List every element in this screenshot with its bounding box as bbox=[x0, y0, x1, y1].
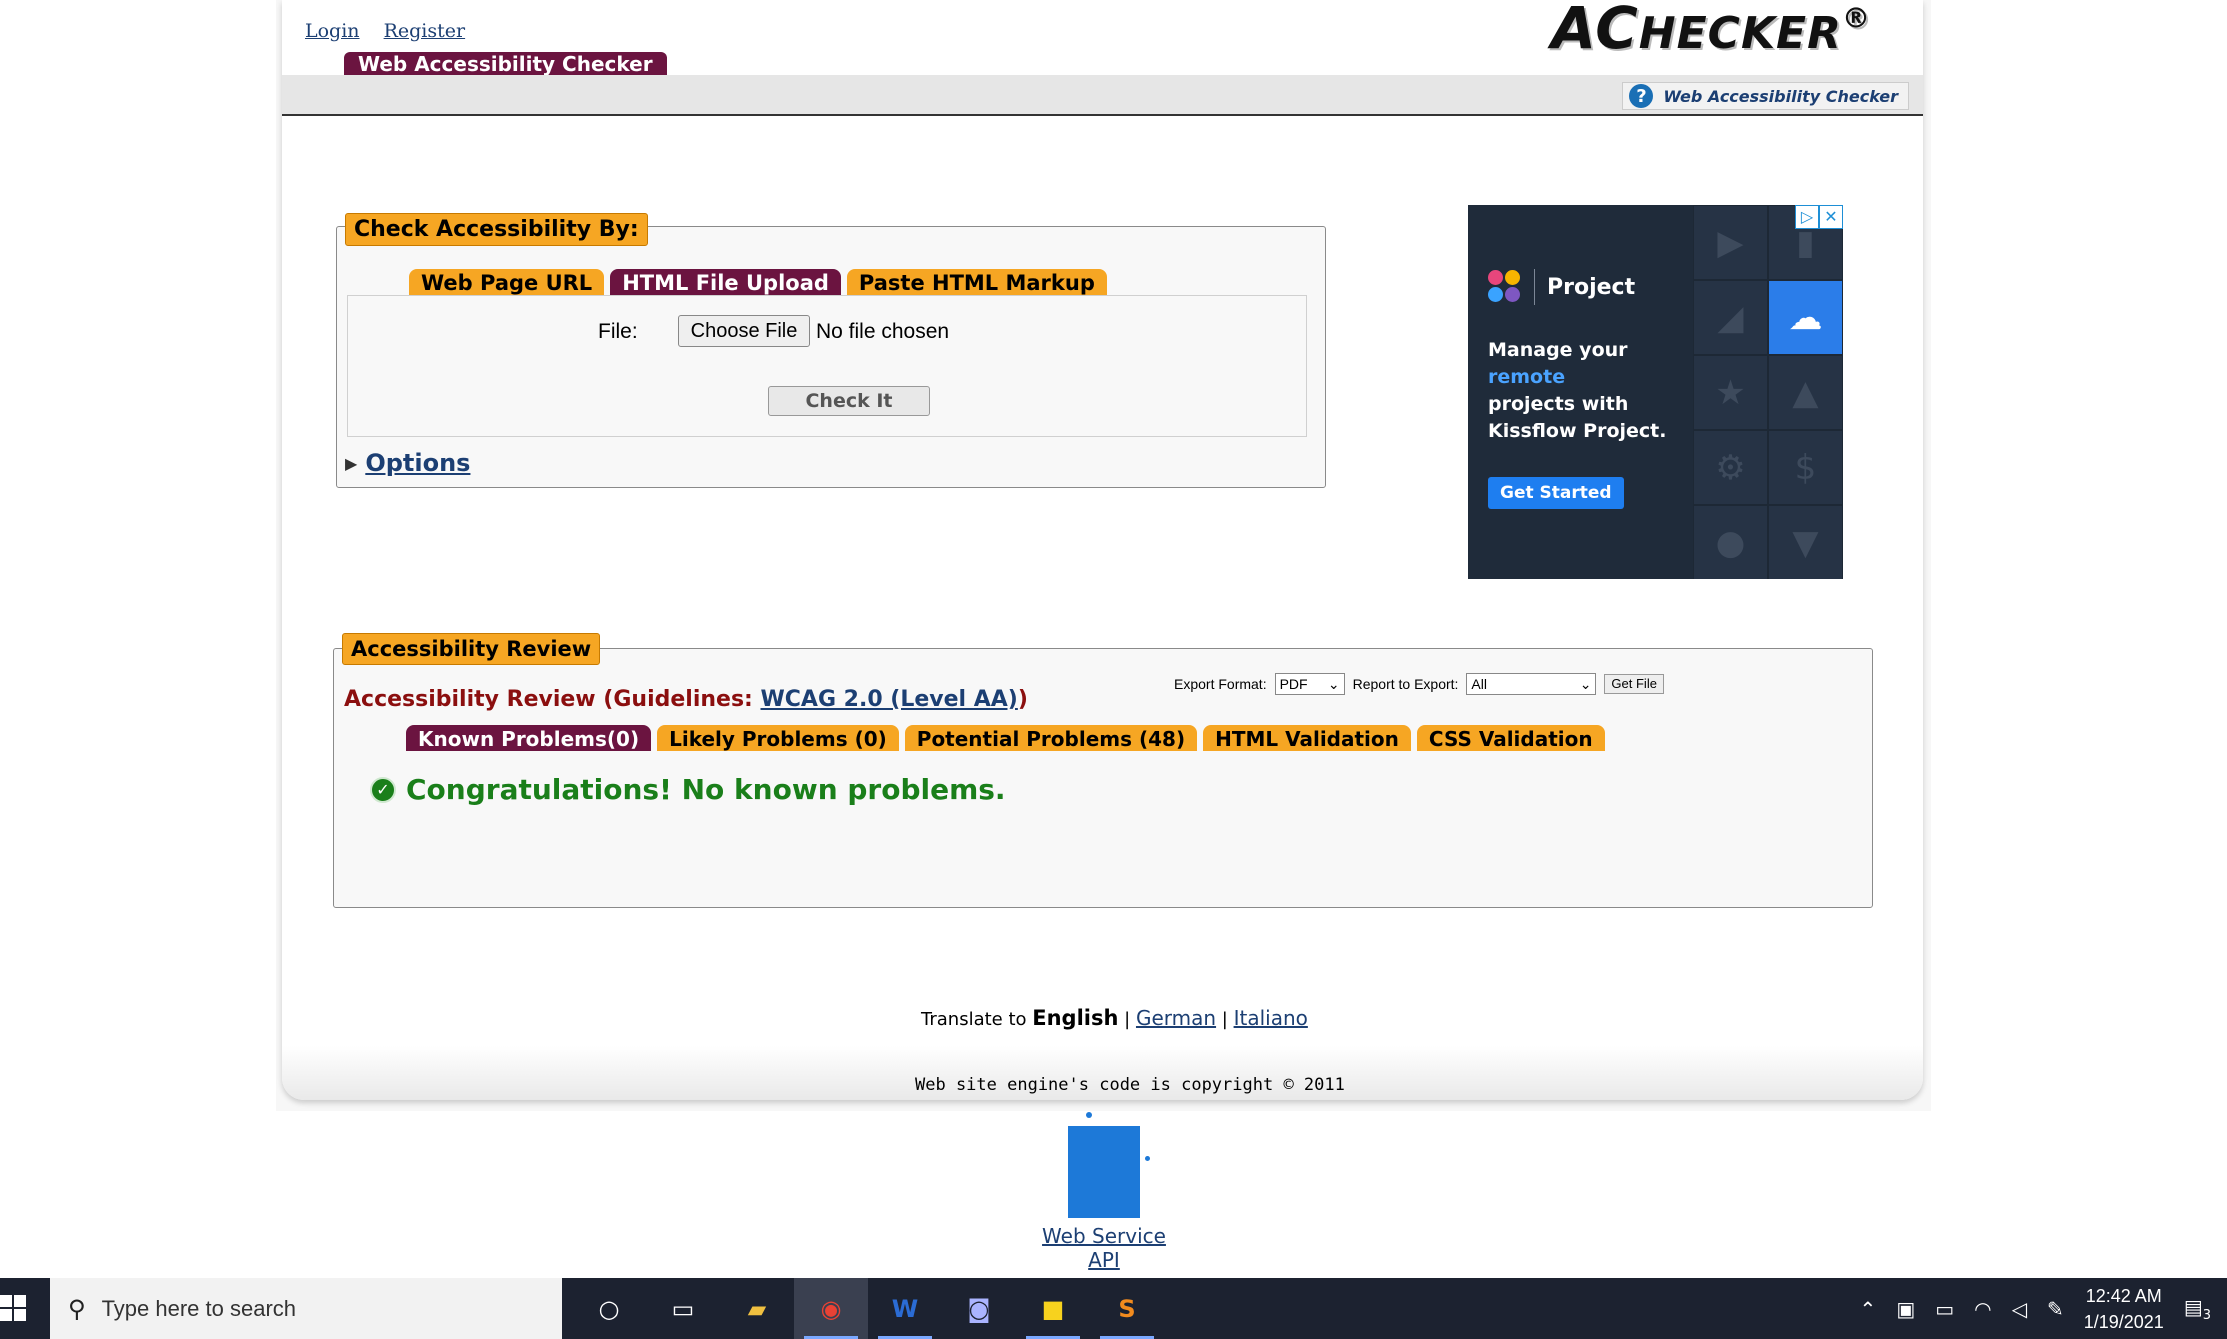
sticky-notes-icon[interactable]: ■ bbox=[1016, 1278, 1090, 1339]
tab-web-page-url[interactable]: Web Page URL bbox=[409, 269, 605, 295]
page-frame: Login Register ACHECKER® Web Accessibili… bbox=[276, 0, 1931, 1111]
current-language: English bbox=[1032, 1006, 1119, 1030]
taskbar-search[interactable]: ⚲ Type here to search bbox=[50, 1278, 562, 1339]
review-tabs: Known Problems(0) Likely Problems (0) Po… bbox=[406, 725, 1605, 751]
chevron-down-icon: ⌄ bbox=[1327, 675, 1340, 692]
web-service-api-link[interactable]: Web Service API bbox=[1024, 1224, 1184, 1272]
check-it-button[interactable]: Check It bbox=[768, 386, 930, 416]
options-toggle[interactable]: ▶ Options bbox=[345, 449, 470, 477]
chrome-icon[interactable]: ◉ bbox=[794, 1278, 868, 1339]
clock[interactable]: 12:42 AM 1/19/2021 bbox=[2084, 1283, 2164, 1335]
megaphone-icon: ◢ bbox=[1693, 280, 1768, 355]
word-icon[interactable]: W bbox=[868, 1278, 942, 1339]
windows-taskbar: ⚲ Type here to search ○ ▭ ▰ ◉ W ◙ ■ S ⌃ … bbox=[0, 1278, 2227, 1339]
tab-likely-problems[interactable]: Likely Problems (0) bbox=[657, 725, 899, 751]
rocket-icon: ▲ bbox=[1768, 355, 1843, 430]
kissflow-logo-icon bbox=[1488, 270, 1522, 304]
notifications-icon[interactable]: ▤3 bbox=[2184, 1295, 2211, 1323]
system-tray: ⌃ ▣ ▭ ◠ ◁ ✎ 12:42 AM 1/19/2021 ▤3 bbox=[1860, 1278, 2227, 1339]
tab-known-problems[interactable]: Known Problems(0) bbox=[406, 725, 652, 751]
ad-brand: Project bbox=[1488, 269, 1635, 305]
wcag-guideline-link[interactable]: WCAG 2.0 (Level AA) bbox=[761, 687, 1018, 712]
close-icon[interactable]: ✕ bbox=[1819, 205, 1843, 229]
search-icon: ⚲ bbox=[68, 1294, 86, 1323]
export-controls: Export Format: PDF ⌄ Report to Export: A… bbox=[1174, 673, 1664, 695]
copyright-text: Web site engine's code is copyright © 20… bbox=[915, 1075, 1345, 1095]
file-explorer-icon[interactable]: ▰ bbox=[720, 1278, 794, 1339]
cart-icon: ▼ bbox=[1768, 505, 1843, 579]
review-legend: Accessibility Review bbox=[342, 633, 601, 665]
star-icon: ★ bbox=[1693, 355, 1768, 430]
check-accessibility-panel: Check Accessibility By: Web Page URL HTM… bbox=[336, 213, 1326, 488]
export-format-select[interactable]: PDF ⌄ bbox=[1274, 673, 1345, 695]
language-italiano-link[interactable]: Italiano bbox=[1234, 1006, 1308, 1030]
language-german-link[interactable]: German bbox=[1136, 1006, 1216, 1030]
site-title-tab[interactable]: Web Accessibility Checker bbox=[344, 52, 667, 76]
play-icon: ▶ bbox=[1693, 205, 1768, 280]
help-link[interactable]: ? Web Accessibility Checker bbox=[1622, 82, 1909, 110]
check-legend: Check Accessibility By: bbox=[345, 213, 648, 246]
advertisement[interactable]: ▶ ▮ ◢ ☁ ★ ▲ ⚙ $ ● ▼ ▷ ✕ Project Manage y… bbox=[1468, 205, 1843, 579]
dollar-icon: $ bbox=[1768, 430, 1843, 505]
taskbar-apps: ○ ▭ ▰ ◉ W ◙ ■ S bbox=[572, 1278, 1164, 1339]
task-view-icon[interactable]: ▭ bbox=[646, 1278, 720, 1339]
circle-icon: ● bbox=[1693, 505, 1768, 579]
congrats-message: ✓ Congratulations! No known problems. bbox=[370, 773, 1006, 806]
header-bar: ? Web Accessibility Checker bbox=[282, 75, 1923, 116]
chevron-down-icon: ⌄ bbox=[1579, 675, 1592, 692]
review-heading: Accessibility Review (Guidelines: WCAG 2… bbox=[344, 687, 1028, 712]
tab-paste-html-markup[interactable]: Paste HTML Markup bbox=[846, 269, 1107, 295]
onedrive-icon[interactable]: ▣ bbox=[1896, 1297, 1915, 1321]
ad-choices[interactable]: ▷ ✕ bbox=[1795, 205, 1843, 229]
file-status: No file chosen bbox=[816, 320, 950, 343]
cloud-icon: ☁ bbox=[1768, 280, 1843, 355]
battery-icon[interactable]: ▭ bbox=[1935, 1297, 1954, 1321]
api-icon bbox=[1068, 1112, 1150, 1218]
input-method-tabs: Web Page URL HTML File Upload Paste HTML… bbox=[409, 269, 1107, 295]
get-file-button[interactable]: Get File bbox=[1604, 674, 1664, 694]
wifi-icon[interactable]: ◠ bbox=[1974, 1297, 1991, 1321]
web-service-api[interactable]: Web Service API bbox=[1024, 1112, 1184, 1272]
language-switcher: Translate to English | German | Italiano bbox=[921, 1006, 1308, 1030]
ad-get-started-button[interactable]: Get Started bbox=[1488, 477, 1624, 509]
tab-html-validation[interactable]: HTML Validation bbox=[1203, 725, 1411, 751]
gear-icon: ⚙ bbox=[1693, 430, 1768, 505]
checkmark-icon: ✓ bbox=[370, 776, 396, 803]
discord-icon[interactable]: ◙ bbox=[942, 1278, 1016, 1339]
cortana-icon[interactable]: ○ bbox=[572, 1278, 646, 1339]
register-link[interactable]: Register bbox=[384, 20, 466, 42]
achecker-logo: ACHECKER® bbox=[1551, 0, 1871, 62]
ad-copy: Manage your remote projects with Kissflo… bbox=[1488, 339, 1667, 442]
tab-html-file-upload[interactable]: HTML File Upload bbox=[610, 269, 841, 295]
windows-start-icon[interactable] bbox=[0, 1295, 26, 1321]
adchoices-icon[interactable]: ▷ bbox=[1795, 205, 1819, 229]
help-icon: ? bbox=[1629, 84, 1654, 108]
accessibility-review-panel: Accessibility Review Accessibility Revie… bbox=[333, 633, 1873, 908]
ad-icon-grid: ▶ ▮ ◢ ☁ ★ ▲ ⚙ $ ● ▼ bbox=[1693, 205, 1843, 579]
pen-icon[interactable]: ✎ bbox=[2047, 1297, 2064, 1321]
top-links: Login Register bbox=[305, 20, 483, 42]
page-content: Login Register ACHECKER® Web Accessibili… bbox=[282, 0, 1923, 1100]
sublime-text-icon[interactable]: S bbox=[1090, 1278, 1164, 1339]
choose-file-button[interactable]: Choose File bbox=[678, 315, 810, 347]
report-select[interactable]: All ⌄ bbox=[1466, 673, 1597, 695]
login-link[interactable]: Login bbox=[305, 20, 360, 42]
tab-css-validation[interactable]: CSS Validation bbox=[1416, 725, 1605, 751]
file-label: File: bbox=[598, 320, 638, 343]
tab-potential-problems[interactable]: Potential Problems (48) bbox=[904, 725, 1198, 751]
chevron-up-icon[interactable]: ⌃ bbox=[1860, 1297, 1877, 1321]
volume-icon[interactable]: ◁ bbox=[2012, 1297, 2027, 1321]
file-upload-panel: File: Choose File No file chosen Check I… bbox=[347, 295, 1307, 437]
triangle-right-icon: ▶ bbox=[345, 453, 358, 473]
brand-divider bbox=[1534, 269, 1535, 305]
